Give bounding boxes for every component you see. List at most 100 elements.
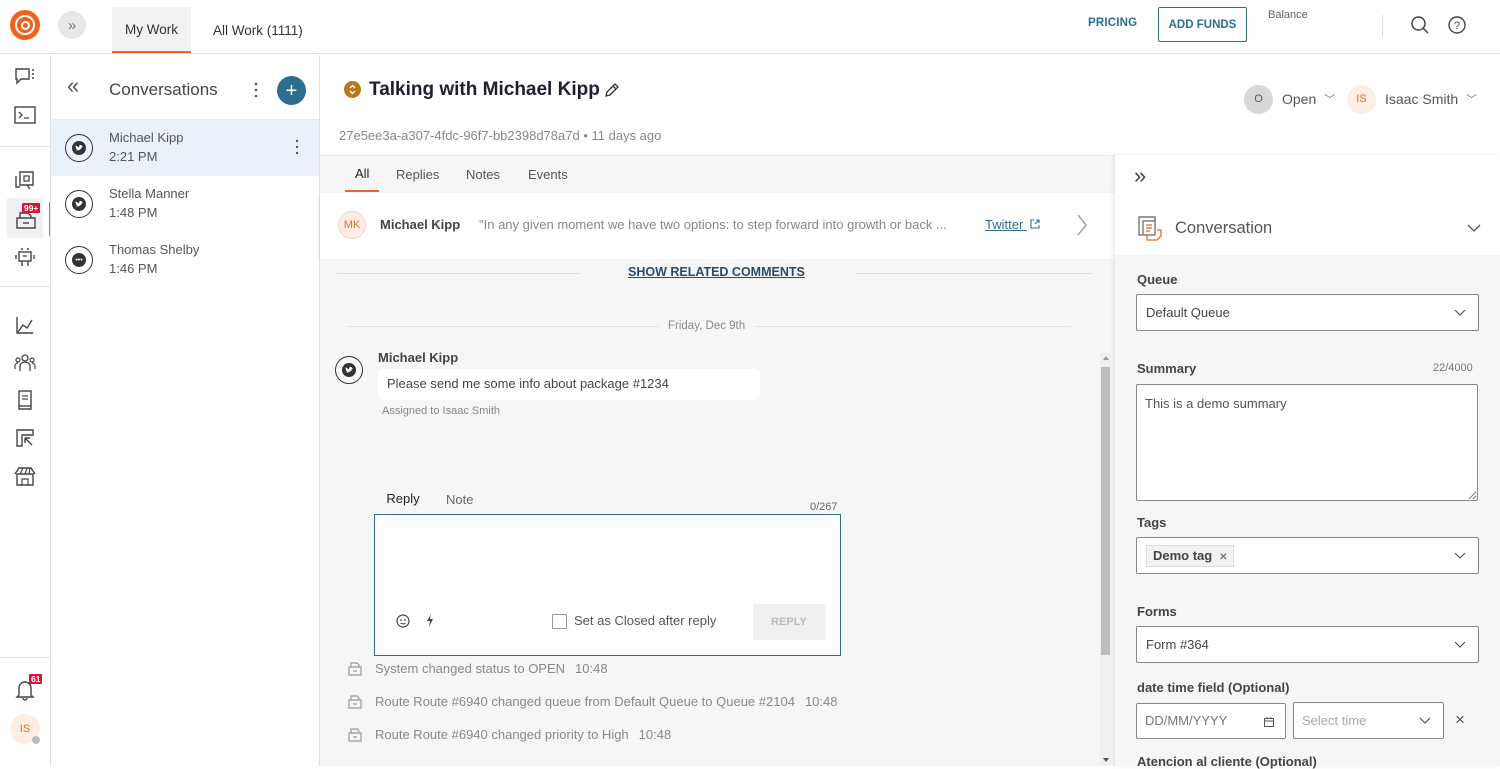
tab-all[interactable]: All	[345, 156, 380, 192]
presence-indicator	[32, 736, 40, 744]
conversation-menu-button[interactable]	[292, 138, 302, 159]
reply-composer: Set as Closed after reply REPLY	[374, 514, 841, 656]
priority-icon[interactable]	[344, 81, 361, 98]
double-chevron-right-icon: »	[67, 16, 77, 34]
set-closed-label: Set as Closed after reply	[574, 613, 717, 628]
rail-item-knowledge-base[interactable]	[12, 387, 38, 413]
routing-icon	[16, 429, 34, 447]
calendar-icon[interactable]	[1264, 717, 1274, 727]
date-input[interactable]	[1136, 703, 1286, 739]
search-button[interactable]	[1408, 13, 1432, 37]
composer-tab-note[interactable]: Note	[440, 483, 479, 516]
datetime-label: date time field (Optional)	[1137, 680, 1290, 695]
assignee-name: Isaac Smith	[1385, 91, 1459, 107]
assignee-dropdown[interactable]: IS Isaac Smith ﹀	[1347, 84, 1477, 114]
next-message-button[interactable]	[1076, 213, 1088, 240]
divider	[337, 273, 580, 274]
rail-item-inbox[interactable]: 99+	[7, 198, 43, 238]
notifications-button[interactable]: 61	[12, 674, 43, 703]
twitter-channel-icon	[65, 134, 93, 162]
event-icon	[348, 727, 362, 742]
scroll-down-icon[interactable]	[1103, 758, 1109, 762]
show-related-comments-link[interactable]: SHOW RELATED COMMENTS	[628, 265, 805, 279]
conversation-details-icon	[1138, 216, 1162, 241]
conversation-item[interactable]: Stella Manner 1:48 PM	[51, 176, 319, 232]
edit-title-button[interactable]	[603, 82, 620, 102]
help-button[interactable]: ?	[1445, 13, 1469, 37]
details-panel: » Conversation Queue Default Queue Summa…	[1115, 155, 1500, 769]
rail-item-terminal[interactable]	[12, 102, 38, 128]
reply-textarea[interactable]	[383, 521, 831, 591]
panel-title: Conversations	[109, 80, 218, 99]
lightning-icon	[427, 614, 433, 627]
kebab-icon	[254, 82, 258, 98]
divider	[0, 146, 50, 147]
double-chevron-right-icon: »	[1134, 163, 1147, 188]
forms-label: Forms	[1137, 604, 1177, 619]
set-closed-checkbox[interactable]	[552, 614, 567, 629]
expand-sidebar-button[interactable]: »	[58, 11, 86, 39]
quick-replies-button[interactable]	[425, 613, 435, 631]
list-menu-button[interactable]	[249, 80, 263, 100]
status-dropdown[interactable]: O Open ﹀	[1244, 84, 1335, 114]
status-label: Open	[1282, 91, 1317, 107]
add-funds-button[interactable]: ADD FUNDS	[1158, 7, 1247, 42]
time-select[interactable]: Select time	[1293, 702, 1444, 739]
conversation-item[interactable]: ••• Thomas Shelby 1:46 PM	[51, 232, 319, 288]
rail-item-analytics[interactable]	[12, 312, 38, 338]
emoji-button[interactable]	[396, 614, 410, 631]
queue-value: Default Queue	[1146, 305, 1230, 320]
conversation-name: Stella Manner	[109, 186, 190, 201]
queue-select[interactable]: Default Queue	[1136, 294, 1479, 331]
card-author: Michael Kipp	[380, 217, 461, 232]
scrollbar-thumb[interactable]	[1101, 367, 1110, 655]
chevron-down-icon	[1454, 641, 1466, 648]
notifications-badge: 61	[29, 674, 43, 684]
collapse-details-button[interactable]: »	[1134, 164, 1146, 188]
app-logo[interactable]	[10, 10, 40, 40]
chevron-down-icon: ﹀	[1466, 94, 1478, 106]
pricing-link[interactable]: PRICING	[1088, 17, 1137, 29]
tab-notes[interactable]: Notes	[456, 156, 510, 192]
collapse-panel-button[interactable]: «	[67, 75, 79, 97]
tab-my-work[interactable]: My Work	[112, 7, 191, 53]
message-stream: SHOW RELATED COMMENTS Friday, Dec 9th Mi…	[320, 259, 1115, 766]
tags-select[interactable]: Demo tag ×	[1136, 537, 1479, 574]
date-field[interactable]	[1145, 713, 1255, 728]
twitter-channel-icon	[65, 190, 93, 218]
event-time: 10:48	[804, 693, 838, 709]
event-row: Route Route #6940 changed queue from Def…	[347, 692, 837, 710]
tab-all-work[interactable]: All Work (1111)	[200, 7, 316, 53]
top-bar: » My Work All Work (1111) PRICING ADD FU…	[0, 0, 1500, 54]
tab-events[interactable]: Events	[518, 156, 578, 192]
chevron-down-icon	[1454, 309, 1466, 316]
forms-select[interactable]: Form #364	[1136, 626, 1479, 663]
rail-item-contacts[interactable]	[12, 350, 38, 376]
composer-tab-reply[interactable]: Reply	[376, 483, 430, 516]
chevron-down-icon: ﹀	[1324, 94, 1336, 106]
divider	[0, 657, 50, 658]
search-icon	[1411, 16, 1429, 34]
conversation-time: 2:21 PM	[109, 149, 158, 164]
new-conversation-button[interactable]: +	[277, 76, 306, 105]
twitter-link[interactable]: Twitter	[985, 217, 1040, 232]
section-toggle[interactable]	[1467, 221, 1481, 236]
chevron-down-icon	[1454, 552, 1466, 559]
rail-item-routing[interactable]	[12, 425, 38, 451]
terminal-icon	[14, 106, 36, 124]
event-text: Route Route #6940 changed priority to Hi…	[375, 726, 629, 742]
reply-button[interactable]: REPLY	[753, 604, 825, 640]
source-message-card[interactable]: MK Michael Kipp "In any given moment we …	[320, 193, 1115, 259]
rail-item-copy-chat[interactable]	[12, 168, 38, 194]
conversation-item[interactable]: Michael Kipp 2:21 PM	[51, 120, 319, 176]
clear-datetime-button[interactable]: ×	[1455, 710, 1465, 730]
rail-item-chat[interactable]	[12, 64, 38, 90]
rail-item-bot[interactable]	[12, 244, 38, 270]
tab-replies[interactable]: Replies	[386, 156, 449, 192]
remove-tag-icon[interactable]: ×	[1219, 548, 1227, 564]
scroll-up-icon[interactable]	[1103, 356, 1109, 360]
rail-item-store[interactable]	[12, 463, 38, 489]
summary-textarea[interactable]: This is a demo summary	[1136, 384, 1478, 501]
event-time: 10:48	[575, 660, 608, 676]
scrollbar[interactable]	[1100, 353, 1111, 766]
